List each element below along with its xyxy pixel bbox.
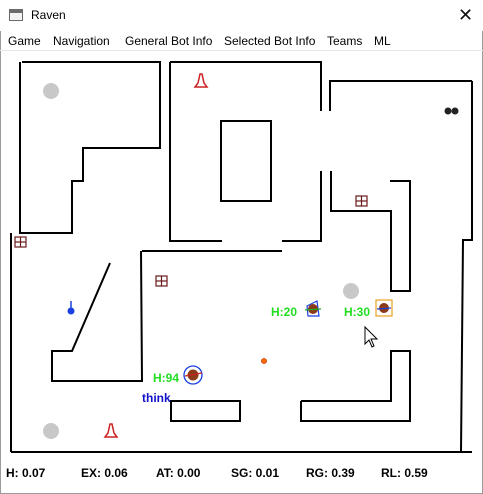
bot-state-label: think <box>142 391 171 405</box>
marker-dot <box>67 307 75 315</box>
crate-icon <box>355 195 368 207</box>
ammo-icon <box>444 107 452 115</box>
crate-icon <box>155 275 168 287</box>
shell-pickup <box>444 107 459 115</box>
spawn-points <box>43 83 359 439</box>
mouse-cursor-icon <box>364 325 379 348</box>
stat-attack: AT: 0.00 <box>156 466 201 480</box>
spawn-point <box>343 283 359 299</box>
crate-icon <box>14 236 27 248</box>
wall-right-outer <box>460 81 473 453</box>
spawn-point <box>43 423 59 439</box>
game-map-canvas[interactable]: H:94 think H:20 H:30 <box>0 51 483 462</box>
wall-upper-right-left <box>170 61 322 111</box>
stat-railgun: RG: 0.39 <box>306 466 355 480</box>
close-button[interactable]: ✕ <box>448 0 483 31</box>
bot-health-label: H:94 <box>153 371 179 385</box>
bot-health-label: H:30 <box>344 305 370 319</box>
bot-health-label: H:20 <box>271 305 297 319</box>
window-title: Raven <box>31 8 66 22</box>
player-marker <box>67 301 75 315</box>
bot-94[interactable]: H:94 think <box>142 365 203 405</box>
menu-teams[interactable]: Teams <box>327 34 362 48</box>
title-bar: Raven ✕ <box>0 0 483 31</box>
wall-upper-right <box>329 80 472 111</box>
wall-right-middle <box>330 171 411 292</box>
app-window-icon <box>9 9 23 21</box>
map-walls <box>10 61 473 453</box>
bot-20[interactable]: H:20 <box>271 300 322 319</box>
menu-selected-bot-info[interactable]: Selected Bot Info <box>224 34 315 48</box>
wall-bottom-left-block <box>170 400 241 422</box>
stat-shotgun: SG: 0.01 <box>231 466 280 480</box>
status-bar: H: 0.07 EX: 0.06 AT: 0.00 SG: 0.01 RG: 0… <box>0 462 483 486</box>
menu-game[interactable]: Game <box>8 34 41 48</box>
menu-ml[interactable]: ML <box>374 34 391 48</box>
wall-bottom-right <box>300 350 411 422</box>
health-pack-icon <box>193 73 209 88</box>
wall-center-left <box>51 250 144 382</box>
menu-general-bot-info[interactable]: General Bot Info <box>125 34 212 48</box>
wall-upper-middle <box>169 62 222 242</box>
stat-explore: EX: 0.06 <box>81 466 128 480</box>
wall-center-block <box>220 120 272 202</box>
ammo-icon <box>451 107 459 115</box>
wall-upper-left <box>19 61 161 234</box>
menu-bar: Game Navigation General Bot Info Selecte… <box>0 31 483 51</box>
spawn-point <box>43 83 59 99</box>
wall-right-inner <box>282 171 322 242</box>
health-pack-icon <box>103 423 119 438</box>
projectile-dot <box>261 358 267 364</box>
stat-rocket-launcher: RL: 0.59 <box>381 466 428 480</box>
menu-navigation[interactable]: Navigation <box>53 34 110 48</box>
bot-30[interactable]: H:30 <box>344 299 393 319</box>
stat-health: H: 0.07 <box>6 466 46 480</box>
